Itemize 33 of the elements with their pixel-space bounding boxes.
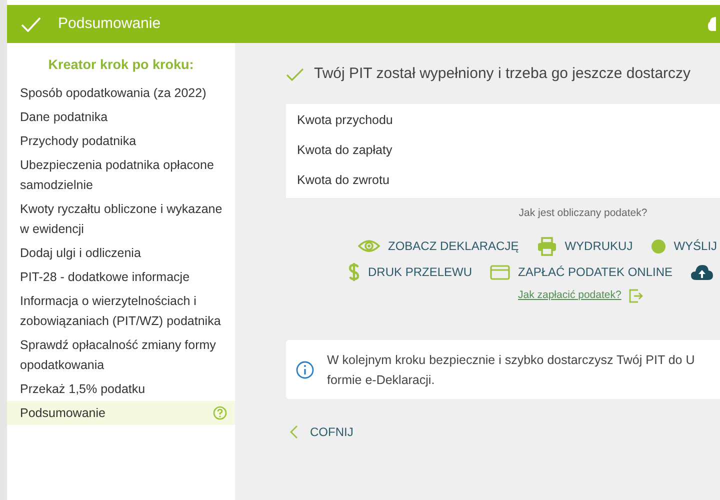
back-button[interactable]: COFNIJ — [286, 423, 354, 441]
action-link[interactable]: WYDRUKUJ — [536, 236, 633, 256]
summary-row-label: Kwota do zapłaty — [296, 142, 394, 160]
sidebar-item[interactable]: Ubezpieczenia podatnika opłacone samodzielnie — [7, 153, 235, 198]
card-icon — [490, 264, 510, 280]
sidebar-heading: Kreator krok po kroku: — [47, 56, 195, 74]
sidebar-item[interactable]: Dane podatnika — [7, 105, 235, 130]
sidebar-item[interactable]: Informacja o wierzytelnościach i zobowiązaniach (PIT/WZ) podatnika — [7, 289, 235, 334]
info-icon — [296, 360, 314, 378]
action-link[interactable]: DRUK PRZELEWU — [348, 262, 472, 282]
action-link[interactable]: ZAPŁAĆ PODATEK ONLINE — [490, 262, 672, 282]
sidebar-item[interactable]: Sprawdź opłacalność zmiany formy opodatkowania — [7, 333, 235, 378]
printer-icon — [536, 236, 557, 256]
chevron-left-icon — [290, 425, 298, 439]
summary-row-label: Kwota do zwrotu — [296, 172, 390, 190]
action-link[interactable]: ZOBACZ DEKLARACJĘ — [358, 236, 519, 256]
sidebar-item[interactable]: Przychody podatnika — [7, 129, 235, 154]
action-link[interactable]: WYŚLIJ — [650, 236, 718, 256]
sidebar-item[interactable]: Dodaj ulgi i odliczenia — [7, 241, 235, 266]
status-message: Twój PIT został wypełniony i trzeba go jeszcze dostarczy — [314, 64, 691, 84]
sidebar-item[interactable]: Podsumowanie — [7, 401, 235, 426]
sidebar-item[interactable]: Sposób opodatkowania (za 2022) — [7, 81, 235, 106]
info-text: W kolejnym kroku bezpiecznie i szybko dostarczysz Twój PIT do U formie e-Deklaracji. — [327, 352, 695, 389]
tax-info-link[interactable]: Jak jest obliczany podatek? — [518, 206, 648, 222]
check-icon — [21, 16, 41, 32]
sidebar-item[interactable]: Przekaż 1,5% podatku — [7, 377, 235, 402]
check-icon — [286, 68, 304, 81]
eye-icon — [358, 239, 380, 254]
summary-row-label: Kwota przychodu — [296, 112, 394, 130]
header-title: Podsumowanie — [58, 14, 161, 34]
sidebar-item[interactable]: PIT-28 - dodatkowe informacje — [7, 265, 235, 290]
dollar-icon — [348, 262, 360, 282]
sidebar-item[interactable]: Kwoty ryczałtu obliczone i wykazane w ewidencji — [7, 197, 235, 242]
